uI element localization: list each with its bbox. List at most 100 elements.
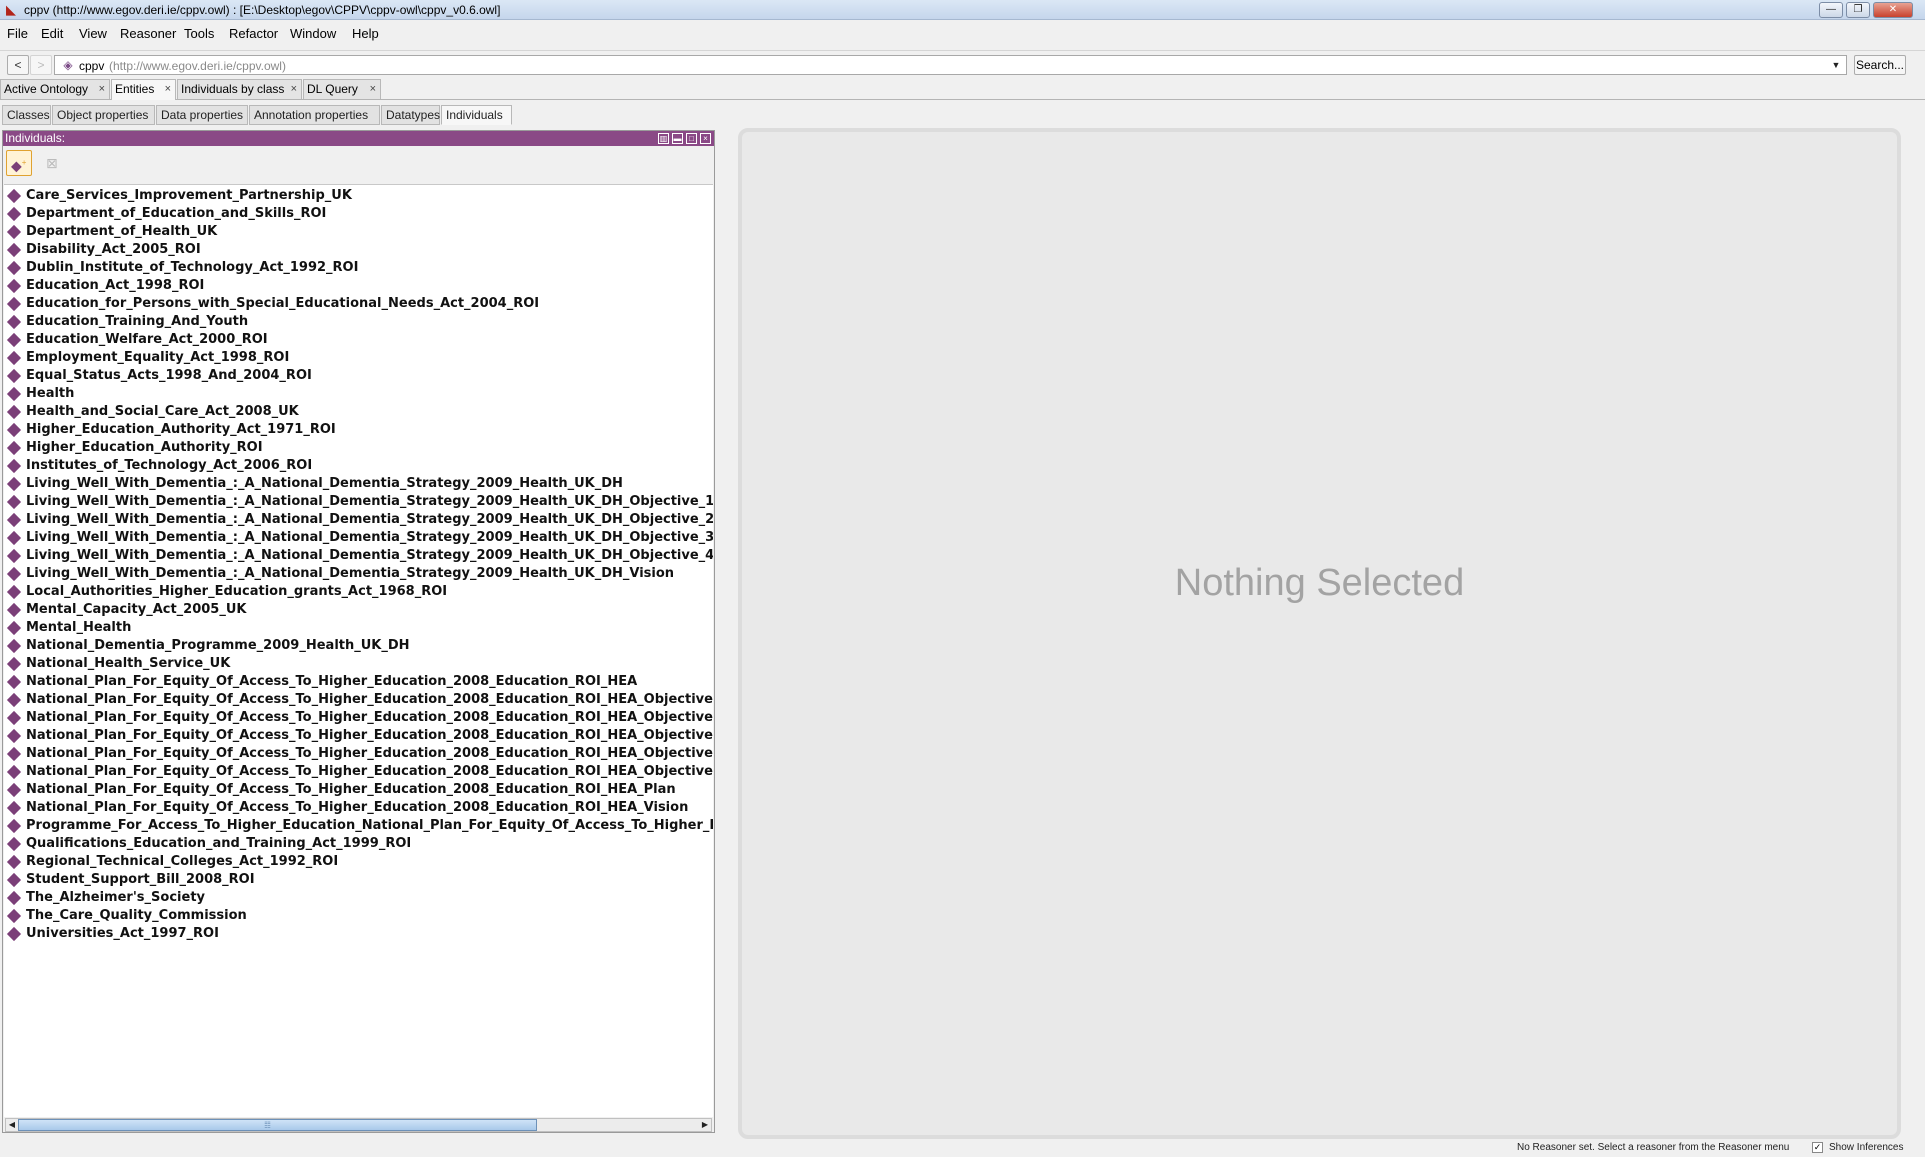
individual-label: National_Dementia_Programme_2009_Health_… <box>26 638 410 653</box>
individuals-list[interactable]: Care_Services_Improvement_Partnership_UK… <box>4 184 713 1117</box>
menu-tools[interactable]: Tools <box>184 26 214 41</box>
list-item[interactable]: Living_Well_With_Dementia_:_A_National_D… <box>4 475 713 493</box>
tab-data-properties[interactable]: Data properties <box>156 105 248 125</box>
scroll-right-icon[interactable]: ▶ <box>699 1119 711 1131</box>
close-icon[interactable]: × <box>370 80 376 98</box>
list-item[interactable]: National_Dementia_Programme_2009_Health_… <box>4 637 713 655</box>
back-button[interactable]: < <box>7 55 29 75</box>
menu-reasoner[interactable]: Reasoner <box>120 26 176 41</box>
list-item[interactable]: Student_Support_Bill_2008_ROI <box>4 871 713 889</box>
individuals-toolbar: ◆+ ⊠ <box>3 146 714 183</box>
list-item[interactable]: Disability_Act_2005_ROI <box>4 241 713 259</box>
diamond-icon <box>6 422 22 438</box>
list-item[interactable]: Mental_Capacity_Act_2005_UK <box>4 601 713 619</box>
search-button[interactable]: Search... <box>1854 55 1906 75</box>
list-item[interactable]: Local_Authorities_Higher_Education_grant… <box>4 583 713 601</box>
list-item[interactable]: The_Care_Quality_Commission <box>4 907 713 925</box>
show-inferences-checkbox[interactable]: ✓ <box>1812 1142 1823 1153</box>
tab-datatypes[interactable]: Datatypes <box>381 105 440 125</box>
individual-label: Programme_For_Access_To_Higher_Education… <box>26 818 713 833</box>
forward-button[interactable]: > <box>30 55 52 75</box>
diamond-icon <box>6 476 22 492</box>
list-item[interactable]: Regional_Technical_Colleges_Act_1992_ROI <box>4 853 713 871</box>
individual-label: Living_Well_With_Dementia_:_A_National_D… <box>26 512 713 527</box>
tab-entities[interactable]: Entities × <box>111 79 176 100</box>
delete-individual-button[interactable]: ⊠ <box>41 150 67 176</box>
individual-label: National_Plan_For_Equity_Of_Access_To_Hi… <box>26 692 713 707</box>
list-item[interactable]: National_Plan_For_Equity_Of_Access_To_Hi… <box>4 781 713 799</box>
tab-individuals-by-class[interactable]: Individuals by class × <box>177 79 302 99</box>
tab-annotation-properties[interactable]: Annotation properties <box>249 105 380 125</box>
list-item[interactable]: Dublin_Institute_of_Technology_Act_1992_… <box>4 259 713 277</box>
split-view-icon[interactable]: ▥ <box>658 133 669 144</box>
menu-view[interactable]: View <box>79 26 107 41</box>
individual-label: Disability_Act_2005_ROI <box>26 242 201 257</box>
add-individual-button[interactable]: ◆+ <box>6 150 32 176</box>
close-icon[interactable]: × <box>291 80 297 98</box>
tab-object-properties[interactable]: Object properties <box>52 105 155 125</box>
active-ontology-selector[interactable]: ◈ cppv (http://www.egov.deri.ie/cppv.owl… <box>54 55 1847 75</box>
maximize-view-icon[interactable]: □ <box>686 133 697 144</box>
list-item[interactable]: Mental_Health <box>4 619 713 637</box>
list-item[interactable]: Programme_For_Access_To_Higher_Education… <box>4 817 713 835</box>
list-item[interactable]: Education_Training_And_Youth <box>4 313 713 331</box>
maximize-button[interactable]: ❐ <box>1846 2 1870 18</box>
individual-label: Department_of_Education_and_Skills_ROI <box>26 206 327 221</box>
minimize-button[interactable]: — <box>1819 2 1843 18</box>
diamond-icon <box>6 386 22 402</box>
list-item[interactable]: National_Plan_For_Equity_Of_Access_To_Hi… <box>4 709 713 727</box>
list-item[interactable]: Universities_Act_1997_ROI <box>4 925 713 943</box>
diamond-icon <box>6 692 22 708</box>
close-view-icon[interactable]: × <box>700 133 711 144</box>
menu-file[interactable]: File <box>7 26 28 41</box>
list-item[interactable]: Employment_Equality_Act_1998_ROI <box>4 349 713 367</box>
menu-help[interactable]: Help <box>352 26 379 41</box>
menu-refactor[interactable]: Refactor <box>229 26 278 41</box>
list-item[interactable]: Education_for_Persons_with_Special_Educa… <box>4 295 713 313</box>
horizontal-scrollbar[interactable]: ◀ ⁞⁞⁞⁞ ▶ <box>5 1118 712 1132</box>
menu-window[interactable]: Window <box>290 26 336 41</box>
close-icon[interactable]: × <box>99 80 105 98</box>
list-item[interactable]: Health <box>4 385 713 403</box>
list-item[interactable]: Equal_Status_Acts_1998_And_2004_ROI <box>4 367 713 385</box>
list-item[interactable]: Qualifications_Education_and_Training_Ac… <box>4 835 713 853</box>
list-item[interactable]: Care_Services_Improvement_Partnership_UK <box>4 187 713 205</box>
list-item[interactable]: National_Plan_For_Equity_Of_Access_To_Hi… <box>4 799 713 817</box>
tab-active-ontology[interactable]: Active Ontology × <box>0 79 110 99</box>
list-item[interactable]: Living_Well_With_Dementia_:_A_National_D… <box>4 493 713 511</box>
close-icon[interactable]: × <box>165 80 171 98</box>
individual-label: Qualifications_Education_and_Training_Ac… <box>26 836 412 851</box>
list-item[interactable]: Higher_Education_Authority_Act_1971_ROI <box>4 421 713 439</box>
individual-label: Education_for_Persons_with_Special_Educa… <box>26 296 540 311</box>
menu-edit[interactable]: Edit <box>41 26 63 41</box>
list-item[interactable]: Living_Well_With_Dementia_:_A_National_D… <box>4 547 713 565</box>
list-item[interactable]: Department_of_Education_and_Skills_ROI <box>4 205 713 223</box>
minimize-view-icon[interactable]: ▬ <box>672 133 683 144</box>
individual-label: National_Plan_For_Equity_Of_Access_To_Hi… <box>26 764 713 779</box>
chevron-down-icon[interactable]: ▼ <box>1828 57 1844 73</box>
list-item[interactable]: Education_Welfare_Act_2000_ROI <box>4 331 713 349</box>
list-item[interactable]: National_Health_Service_UK <box>4 655 713 673</box>
tab-individuals[interactable]: Individuals <box>441 105 512 125</box>
individual-label: National_Plan_For_Equity_Of_Access_To_Hi… <box>26 800 689 815</box>
close-window-button[interactable]: ✕ <box>1873 2 1913 18</box>
list-item[interactable]: Education_Act_1998_ROI <box>4 277 713 295</box>
list-item[interactable]: Living_Well_With_Dementia_:_A_National_D… <box>4 511 713 529</box>
list-item[interactable]: National_Plan_For_Equity_Of_Access_To_Hi… <box>4 745 713 763</box>
list-item[interactable]: Institutes_of_Technology_Act_2006_ROI <box>4 457 713 475</box>
list-item[interactable]: National_Plan_For_Equity_Of_Access_To_Hi… <box>4 763 713 781</box>
list-item[interactable]: Higher_Education_Authority_ROI <box>4 439 713 457</box>
tab-dl-query[interactable]: DL Query × <box>303 79 381 99</box>
list-item[interactable]: Health_and_Social_Care_Act_2008_UK <box>4 403 713 421</box>
list-item[interactable]: Department_of_Health_UK <box>4 223 713 241</box>
tab-label: DL Query <box>307 82 358 96</box>
list-item[interactable]: National_Plan_For_Equity_Of_Access_To_Hi… <box>4 691 713 709</box>
list-item[interactable]: The_Alzheimer's_Society <box>4 889 713 907</box>
list-item[interactable]: Living_Well_With_Dementia_:_A_National_D… <box>4 565 713 583</box>
scroll-left-icon[interactable]: ◀ <box>6 1119 18 1131</box>
tab-classes[interactable]: Classes <box>2 105 51 125</box>
scrollbar-thumb[interactable]: ⁞⁞⁞⁞ <box>18 1119 537 1131</box>
list-item[interactable]: National_Plan_For_Equity_Of_Access_To_Hi… <box>4 727 713 745</box>
list-item[interactable]: Living_Well_With_Dementia_:_A_National_D… <box>4 529 713 547</box>
list-item[interactable]: National_Plan_For_Equity_Of_Access_To_Hi… <box>4 673 713 691</box>
